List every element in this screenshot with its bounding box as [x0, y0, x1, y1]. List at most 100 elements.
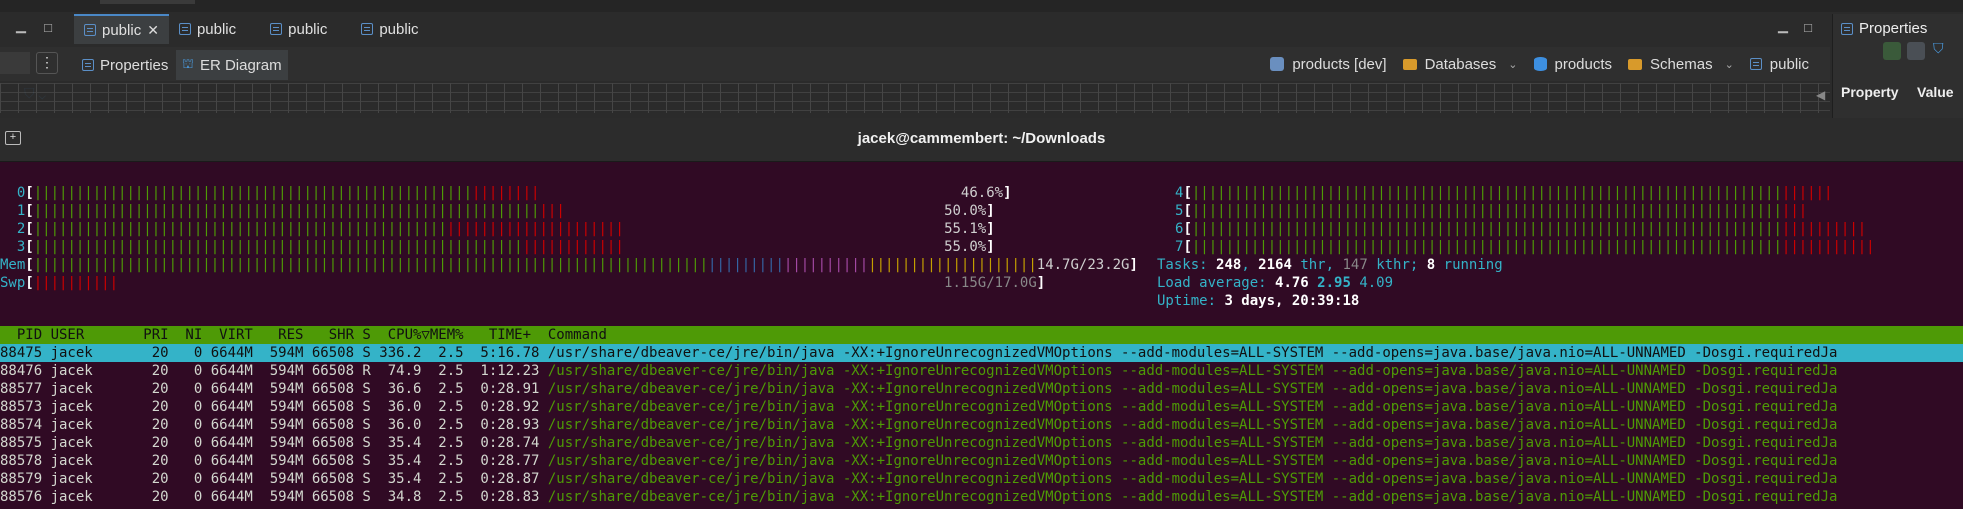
cpu-meter-0: 0[||||||||||||||||||||||||||||||||||||||… [16, 185, 1012, 201]
cpu-meter-3: 3[||||||||||||||||||||||||||||||||||||||… [16, 239, 995, 255]
process-command: /usr/share/dbeaver-ce/jre/bin/java -XX:+… [547, 471, 1838, 487]
process-fields: 88475 jacek 20 0 6644M 594M 66508 S 336.… [0, 345, 548, 361]
process-row[interactable]: 88579 jacek 20 0 6644M 594M 66508 S 35.4… [0, 470, 1963, 488]
cpu-meter-6: 6[||||||||||||||||||||||||||||||||||||||… [1175, 221, 1867, 237]
cpu-meter-7: 7[||||||||||||||||||||||||||||||||||||||… [1175, 239, 1875, 255]
folder-icon [1402, 58, 1417, 70]
properties-icon [82, 59, 94, 71]
cpu-meter-5: 5[||||||||||||||||||||||||||||||||||||||… [1175, 203, 1808, 219]
process-command: /usr/share/dbeaver-ce/jre/bin/java -XX:+… [547, 489, 1838, 505]
process-command: /usr/share/dbeaver-ce/jre/bin/java -XX:+… [547, 345, 1838, 361]
table-icon [270, 23, 283, 35]
process-fields: 88575 jacek 20 0 6644M 594M 66508 S 35.4… [0, 435, 548, 451]
subtab-label: ER Diagram [199, 56, 282, 74]
breadcrumb-label: products [dev] [1292, 55, 1387, 73]
filter-icon[interactable]: ⛉ [1933, 40, 1944, 57]
uptime: Uptime: 3 days, 20:39:18 [1157, 293, 1360, 309]
minimize-editor-icon[interactable]: ▁ [1776, 19, 1790, 33]
properties-panel-title: Properties [1859, 20, 1928, 37]
table-icon [84, 24, 96, 36]
column-header-property: Property [1841, 84, 1899, 100]
table-icon [361, 23, 374, 35]
folder-icon [1628, 58, 1643, 70]
process-row[interactable]: 88475 jacek 20 0 6644M 594M 66508 S 336.… [0, 344, 1963, 362]
breadcrumb-schemas[interactable]: Schemas ⌄ [1624, 56, 1738, 73]
close-icon[interactable]: ✕ [147, 22, 159, 39]
properties-panel-header: Properties [1841, 20, 1927, 37]
column-header-value: Value [1917, 84, 1954, 100]
chevron-down-icon[interactable]: ⌄ [1725, 58, 1734, 71]
breadcrumb-connection[interactable]: products [dev] [1266, 56, 1390, 73]
process-fields: 88579 jacek 20 0 6644M 594M 66508 S 35.4… [0, 471, 548, 487]
minimize-icon[interactable]: ▁ [14, 19, 28, 33]
process-table-header[interactable]: PID USER PRI NI VIRT RES SHR S CPU%▽MEM%… [0, 326, 1963, 344]
column-headers[interactable]: PID USER PRI NI VIRT RES SHR S CPU%▽MEM%… [0, 327, 607, 343]
subtab-properties[interactable]: Properties [76, 50, 174, 80]
mem-meter: Mem[||||||||||||||||||||||||||||||||||||… [0, 257, 1138, 273]
connection-icon [1270, 57, 1285, 71]
breadcrumb-label: Schemas [1650, 55, 1713, 73]
process-row[interactable]: 88575 jacek 20 0 6644M 594M 66508 S 35.4… [0, 434, 1963, 452]
window-top-strip [0, 0, 1963, 12]
process-command: /usr/share/dbeaver-ce/jre/bin/java -XX:+… [547, 399, 1838, 415]
editor-tab-public-3[interactable]: public [246, 14, 337, 44]
breadcrumb-public[interactable]: public [1746, 56, 1813, 73]
editor-tab-public-2[interactable]: public [169, 14, 246, 44]
properties-panel: Properties ⛉ Property Value [1832, 14, 1963, 118]
tasks-summary: Tasks: 248, 2164 thr, 147 kthr; 8 runnin… [1157, 257, 1503, 273]
process-row[interactable]: 88476 jacek 20 0 6644M 594M 66508 R 74.9… [0, 362, 1963, 380]
breadcrumb-databases[interactable]: Databases ⌄ [1399, 56, 1522, 73]
process-command: /usr/share/dbeaver-ce/jre/bin/java -XX:+… [547, 435, 1838, 451]
process-row[interactable]: 88573 jacek 20 0 6644M 594M 66508 S 36.0… [0, 398, 1963, 416]
editor-tab-public-1[interactable]: public ✕ [74, 14, 169, 44]
swap-meter: Swp[|||||||||| 1.15G/17.0G] [0, 275, 1046, 291]
process-fields: 88578 jacek 20 0 6644M 594M 66508 S 35.4… [0, 453, 548, 469]
maximize-icon[interactable]: □ [41, 21, 55, 35]
more-menu-icon[interactable]: ⋮ [36, 52, 58, 74]
process-fields: 88577 jacek 20 0 6644M 594M 66508 S 36.6… [0, 381, 548, 397]
new-property-icon[interactable] [1883, 42, 1901, 60]
htop-terminal[interactable]: 0[||||||||||||||||||||||||||||||||||||||… [0, 163, 1963, 509]
tab-label: public [379, 20, 419, 38]
process-row[interactable]: 88576 jacek 20 0 6644M 594M 66508 S 34.8… [0, 488, 1963, 506]
process-row[interactable]: 88574 jacek 20 0 6644M 594M 66508 S 36.0… [0, 416, 1963, 434]
table-view-icon[interactable] [1907, 42, 1925, 60]
process-command: /usr/share/dbeaver-ce/jre/bin/java -XX:+… [547, 453, 1838, 469]
tab-label: public [288, 20, 328, 38]
terminal-title: jacek@cammembert: ~/Downloads [857, 130, 1106, 147]
load-average: Load average: 4.76 2.95 4.09 [1157, 275, 1394, 291]
link-icon[interactable] [0, 52, 30, 74]
editor-tab-bar: public ✕ public public public [74, 14, 429, 44]
cpu-meter-1: 1[||||||||||||||||||||||||||||||||||||||… [16, 203, 995, 219]
tab-label: public [102, 21, 142, 39]
table-icon [178, 23, 191, 35]
database-icon [1533, 57, 1547, 71]
process-row[interactable]: 88578 jacek 20 0 6644M 594M 66508 S 35.4… [0, 452, 1963, 470]
process-command: /usr/share/dbeaver-ce/jre/bin/java -XX:+… [547, 417, 1838, 433]
process-command: /usr/share/dbeaver-ce/jre/bin/java -XX:+… [547, 381, 1838, 397]
cpu-meter-4: 4[||||||||||||||||||||||||||||||||||||||… [1175, 185, 1833, 201]
chevron-down-icon[interactable]: ⌄ [1508, 58, 1517, 71]
process-row[interactable]: 88577 jacek 20 0 6644M 594M 66508 S 36.6… [0, 380, 1963, 398]
tab-label: public [196, 20, 237, 38]
breadcrumb-label: products [1554, 55, 1613, 73]
dbeaver-window: ▁ □ public ✕ public public public ▁ □ ⋮ … [0, 0, 1963, 118]
er-diagram-canvas[interactable] [0, 83, 1830, 113]
process-fields: 88574 jacek 20 0 6644M 594M 66508 S 36.0… [0, 417, 548, 433]
collapse-left-icon[interactable]: ◀ [1816, 88, 1825, 102]
breadcrumb: products [dev] Databases ⌄ products Sche… [1266, 51, 1813, 77]
editor-tab-public-4[interactable]: public [337, 14, 428, 44]
breadcrumb-products[interactable]: products [1530, 56, 1617, 73]
process-fields: 88476 jacek 20 0 6644M 594M 66508 R 74.9… [0, 363, 548, 379]
maximize-editor-icon[interactable]: □ [1801, 21, 1815, 35]
properties-icon [1841, 22, 1853, 35]
schema-icon [1749, 58, 1762, 70]
process-command: /usr/share/dbeaver-ce/jre/bin/java -XX:+… [547, 363, 1838, 379]
breadcrumb-label: Databases [1424, 55, 1497, 73]
process-fields: 88576 jacek 20 0 6644M 594M 66508 S 34.8… [0, 489, 548, 505]
breadcrumb-label: public [1769, 55, 1809, 73]
subtab-er-diagram[interactable]: ⛫ ER Diagram [176, 50, 288, 80]
er-diagram-icon: ⛫ [182, 56, 194, 71]
process-fields: 88573 jacek 20 0 6644M 594M 66508 S 36.0… [0, 399, 548, 415]
terminal-titlebar: + jacek@cammembert: ~/Downloads [0, 118, 1963, 162]
